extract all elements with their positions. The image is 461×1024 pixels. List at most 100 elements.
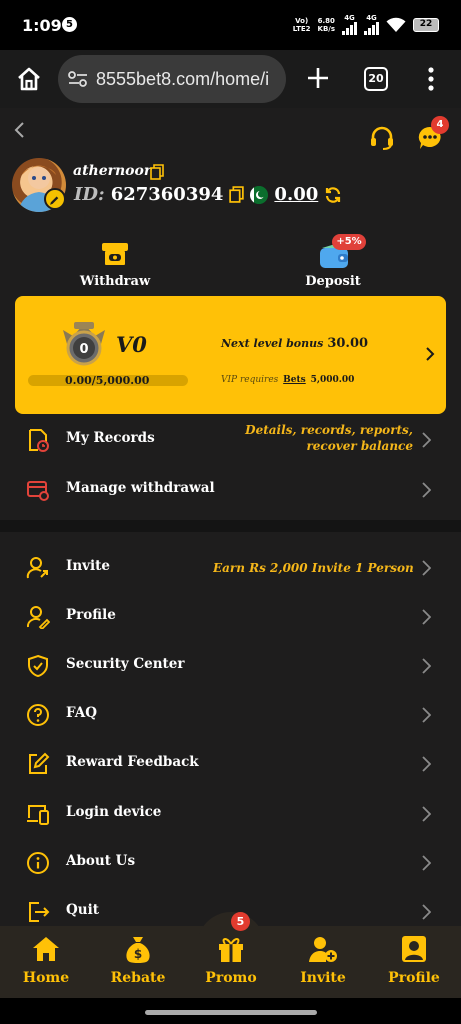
profile-card-icon bbox=[402, 936, 426, 962]
signal-2-icon: 4G bbox=[364, 14, 379, 35]
devices-icon bbox=[27, 805, 49, 825]
chevron-right-icon bbox=[422, 432, 431, 448]
vip-bets-link[interactable]: Bets bbox=[283, 375, 306, 385]
next-level-bonus-value: 30.00 bbox=[327, 336, 369, 351]
profile-label: Profile bbox=[66, 607, 116, 623]
chevron-right-icon bbox=[422, 482, 431, 498]
question-icon bbox=[27, 704, 49, 726]
notification-count: 5 bbox=[62, 17, 77, 32]
browser-menu-icon[interactable] bbox=[424, 66, 438, 92]
deposit-bonus-badge: +5% bbox=[332, 234, 366, 250]
address-bar[interactable]: 8555bet8.com/home/i bbox=[58, 55, 286, 103]
reward-feedback-row[interactable]: Reward Feedback bbox=[0, 742, 461, 786]
deposit-label[interactable]: Deposit bbox=[288, 274, 378, 289]
login-device-row[interactable]: Login device bbox=[0, 792, 461, 836]
withdraw-label[interactable]: Withdraw bbox=[70, 274, 160, 289]
new-tab-icon[interactable] bbox=[304, 64, 332, 92]
chevron-right-icon bbox=[422, 756, 431, 772]
invite-icon bbox=[26, 557, 48, 579]
speed-indicator: 6.80 KB/s bbox=[317, 16, 335, 33]
records-icon bbox=[29, 429, 49, 452]
profile-icon bbox=[26, 606, 50, 629]
shield-icon bbox=[28, 654, 48, 678]
login-device-label: Login device bbox=[66, 804, 162, 820]
security-center-row[interactable]: Security Center bbox=[0, 644, 461, 688]
edit-note-icon bbox=[29, 752, 50, 774]
browser-home-icon[interactable] bbox=[14, 64, 44, 94]
manage-withdrawal-icon bbox=[27, 481, 49, 501]
status-time: 1:09 bbox=[22, 16, 62, 35]
about-us-label: About Us bbox=[66, 853, 136, 869]
customer-support-icon[interactable] bbox=[368, 124, 396, 152]
site-settings-icon[interactable] bbox=[68, 70, 88, 88]
home-icon bbox=[33, 937, 59, 961]
user-id-row: ID: 627360394 0.00 bbox=[74, 184, 342, 205]
add-user-icon bbox=[309, 937, 337, 962]
chevron-right-icon bbox=[422, 658, 431, 674]
vip-progress-text: 0.00/5,000.00 bbox=[65, 374, 150, 387]
nav-rebate[interactable]: $ Rebate bbox=[93, 934, 183, 986]
nav-profile[interactable]: Profile bbox=[369, 934, 459, 986]
profile-row[interactable]: Profile bbox=[0, 595, 461, 639]
battery-indicator: 22 bbox=[413, 17, 439, 32]
my-records-row[interactable]: My Records Details, records, reports, rec… bbox=[0, 418, 461, 462]
gift-icon bbox=[219, 938, 243, 962]
refresh-balance-icon[interactable] bbox=[324, 186, 342, 204]
vip-medal-icon: 0 bbox=[63, 322, 105, 366]
chevron-right-icon bbox=[422, 806, 431, 822]
account-page: 4 athernoor ID: 627360394 0.00 Withdraw … bbox=[0, 108, 461, 926]
info-icon bbox=[27, 852, 49, 874]
bottom-navigation: Home $ Rebate Promo 5 Invite Profile bbox=[0, 912, 461, 998]
manage-withdrawal-label: Manage withdrawal bbox=[66, 480, 215, 496]
volte-indicator: Vo) LTE2 bbox=[292, 16, 311, 33]
invite-promo-text: Earn Rs 2,000 Invite 1 Person bbox=[213, 561, 413, 575]
promo-badge: 5 bbox=[231, 912, 250, 931]
username: athernoor bbox=[73, 163, 152, 179]
next-level-bonus: Next level bonus 30.00 bbox=[221, 336, 369, 351]
chevron-right-icon bbox=[422, 560, 431, 576]
wallet-balance: 0.00 bbox=[274, 184, 319, 205]
edit-avatar-icon[interactable] bbox=[44, 188, 66, 210]
vip-medal-number: 0 bbox=[79, 342, 88, 357]
invite-label: Invite bbox=[66, 558, 110, 574]
logout-icon bbox=[29, 902, 50, 922]
back-arrow-icon[interactable] bbox=[12, 120, 28, 140]
url-text: 8555bet8.com/home/i bbox=[96, 68, 270, 89]
browser-toolbar: 8555bet8.com/home/i 20 bbox=[0, 50, 461, 108]
chevron-right-icon bbox=[422, 904, 431, 920]
faq-row[interactable]: FAQ bbox=[0, 693, 461, 737]
wifi-icon bbox=[386, 17, 406, 32]
withdraw-icon[interactable] bbox=[101, 242, 129, 268]
security-center-label: Security Center bbox=[66, 656, 185, 672]
tab-switcher-button[interactable]: 20 bbox=[364, 67, 388, 91]
pakistan-flag-icon bbox=[250, 185, 269, 204]
manage-withdrawal-row[interactable]: Manage withdrawal bbox=[0, 468, 461, 512]
section-divider bbox=[0, 520, 461, 532]
my-records-hint: Details, records, reports, recover balanc… bbox=[245, 423, 413, 453]
svg-text:$: $ bbox=[134, 947, 142, 961]
message-badge: 4 bbox=[431, 116, 449, 134]
quit-label: Quit bbox=[66, 902, 99, 918]
vip-card[interactable]: 0 V0 0.00/5,000.00 Next level bonus 30.00… bbox=[15, 296, 446, 414]
nav-home[interactable]: Home bbox=[1, 934, 91, 986]
faq-label: FAQ bbox=[66, 705, 98, 721]
money-bag-icon: $ bbox=[126, 937, 150, 963]
status-bar: 1:09 5 Vo) LTE2 6.80 KB/s 4G 4G 22 bbox=[0, 0, 461, 50]
user-id: 627360394 bbox=[110, 184, 224, 205]
chevron-right-icon bbox=[422, 707, 431, 723]
copy-username-icon[interactable] bbox=[150, 164, 164, 180]
invite-row[interactable]: Invite Earn Rs 2,000 Invite 1 Person bbox=[0, 546, 461, 590]
nav-promo[interactable]: Promo bbox=[186, 934, 276, 986]
gesture-handle[interactable] bbox=[145, 1010, 317, 1015]
nav-invite[interactable]: Invite bbox=[278, 934, 368, 986]
about-us-row[interactable]: About Us bbox=[0, 841, 461, 885]
vip-chevron-icon[interactable] bbox=[425, 346, 435, 362]
gesture-area bbox=[0, 998, 461, 1024]
copy-id-icon[interactable] bbox=[229, 186, 245, 203]
reward-feedback-label: Reward Feedback bbox=[66, 754, 199, 770]
id-label: ID: bbox=[74, 184, 105, 205]
chevron-right-icon bbox=[422, 855, 431, 871]
status-indicators: Vo) LTE2 6.80 KB/s 4G 4G 22 bbox=[293, 14, 439, 35]
vip-level: V0 bbox=[116, 332, 147, 357]
chevron-right-icon bbox=[422, 609, 431, 625]
